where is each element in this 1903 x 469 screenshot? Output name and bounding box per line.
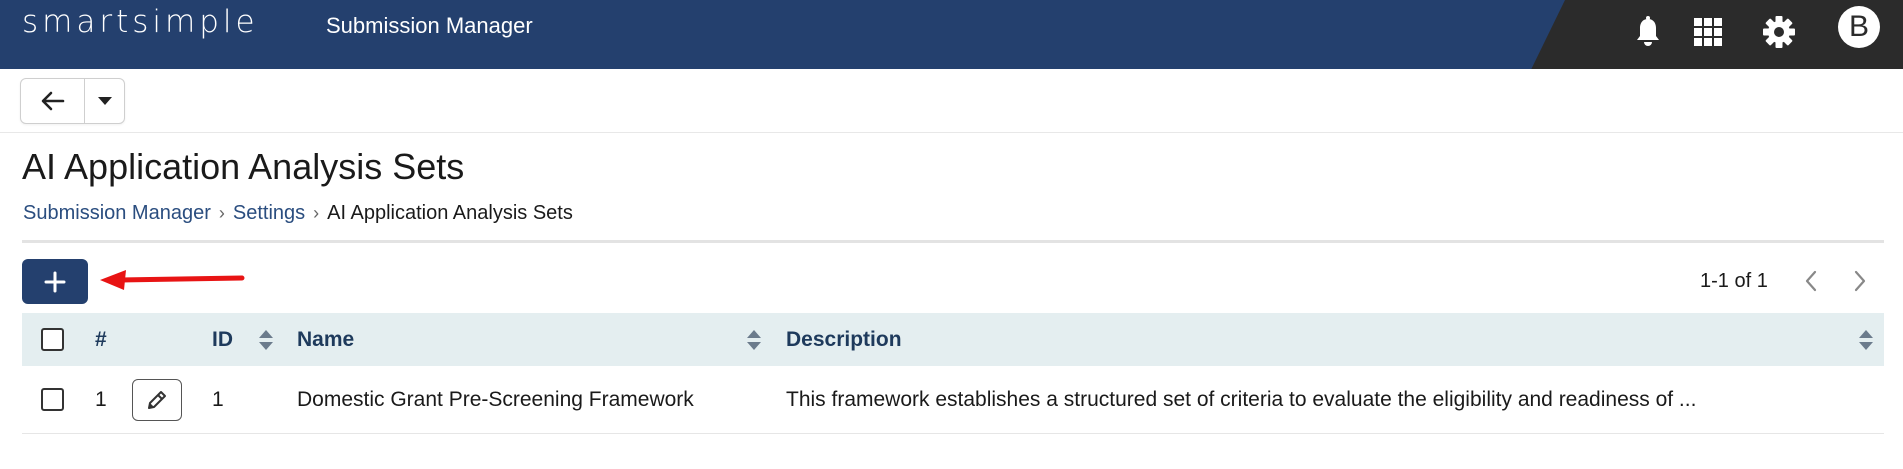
table-row[interactable]: 1 1 Domestic Grant Pre-Screening Framewo… <box>22 366 1884 434</box>
pagination-summary: 1-1 of 1 <box>1700 270 1768 292</box>
toolbar-divider <box>0 132 1903 133</box>
edit-button[interactable] <box>132 378 182 421</box>
add-new-button[interactable] <box>22 259 88 304</box>
app-title[interactable]: Submission Manager <box>326 13 533 39</box>
row-checkbox[interactable] <box>41 388 64 411</box>
sort-icon[interactable] <box>1858 329 1874 351</box>
breadcrumb-separator-icon: › <box>313 203 320 223</box>
breadcrumb-link-settings[interactable]: Settings <box>233 202 305 225</box>
content-divider <box>22 240 1884 243</box>
plus-icon <box>44 271 66 292</box>
breadcrumb: Submission Manager › Settings › AI Appli… <box>23 202 573 225</box>
breadcrumb-link-submission-manager[interactable]: Submission Manager <box>23 202 211 225</box>
sort-icon[interactable] <box>746 329 762 351</box>
apps-grid-icon[interactable] <box>1686 10 1730 54</box>
row-number: 1 <box>95 387 107 411</box>
sort-icon[interactable] <box>258 329 274 351</box>
back-button[interactable] <box>21 79 85 123</box>
select-all-cell <box>41 313 64 366</box>
top-navigation-bar: smartsimple Submission Manager B <box>0 0 1903 69</box>
user-avatar[interactable]: B <box>1838 6 1880 48</box>
table-header: # ID Name Description <box>22 313 1884 366</box>
more-actions-dropdown-button[interactable] <box>85 79 124 123</box>
column-header-id[interactable]: ID <box>212 313 233 366</box>
red-arrow-annotation <box>100 270 245 290</box>
select-all-checkbox[interactable] <box>41 328 64 351</box>
row-name[interactable]: Domestic Grant Pre-Screening Framework <box>297 366 694 433</box>
toolbar-button-group <box>20 78 125 124</box>
arrow-left-icon <box>41 91 64 111</box>
breadcrumb-separator-icon: › <box>218 203 225 223</box>
row-edit-cell <box>132 366 182 433</box>
row-id: 1 <box>212 387 224 411</box>
chevron-left-icon[interactable] <box>1796 266 1826 296</box>
row-description: This framework establishes a structured … <box>786 387 1697 411</box>
row-select-cell <box>41 366 64 433</box>
chevron-right-icon[interactable] <box>1845 266 1875 296</box>
column-header-number: # <box>95 327 107 351</box>
page-title: AI Application Analysis Sets <box>22 146 465 187</box>
breadcrumb-current: AI Application Analysis Sets <box>327 202 573 224</box>
bell-icon[interactable] <box>1626 10 1670 54</box>
logo[interactable]: smartsimple <box>22 4 259 40</box>
column-header-name[interactable]: Name <box>297 313 354 366</box>
gear-icon[interactable] <box>1757 10 1801 54</box>
pencil-icon <box>148 390 166 409</box>
column-header-description[interactable]: Description <box>786 313 902 366</box>
caret-down-icon <box>97 97 112 105</box>
